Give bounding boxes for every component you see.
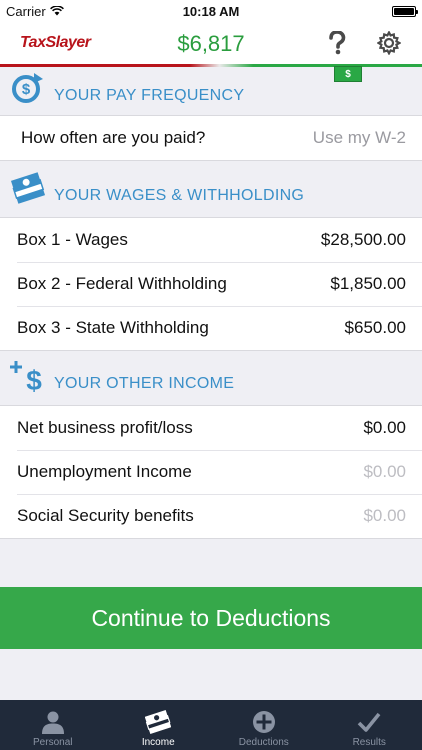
tab-label: Deductions: [238, 737, 289, 748]
row-value: $0.00: [363, 418, 406, 437]
other-income-group: Net business profit/loss $0.00 Unemploym…: [0, 405, 422, 539]
row-value: $1,850.00: [330, 274, 406, 293]
wages-group: Box 1 - Wages $28,500.00 Box 2 - Federal…: [0, 217, 422, 351]
tab-label: Personal: [33, 737, 73, 748]
section-wages: YOUR WAGES & WITHHOLDING: [0, 161, 422, 217]
other-income-row-social-security[interactable]: Social Security benefits $0.00: [0, 494, 422, 538]
taxslayer-logo: TaxSlayer: [20, 34, 91, 51]
row-label: Net business profit/loss: [17, 418, 193, 437]
wages-row-box1[interactable]: Box 1 - Wages $28,500.00: [0, 218, 422, 262]
row-label: Box 3 - State Withholding: [17, 318, 209, 337]
wages-row-box3[interactable]: Box 3 - State Withholding $650.00: [0, 306, 422, 350]
help-button[interactable]: [324, 30, 350, 56]
row-value: $0.00: [363, 506, 406, 525]
pay-frequency-group: How often are you paid? Use my W-2: [0, 115, 422, 161]
row-label: Social Security benefits: [17, 506, 194, 525]
svg-text:$: $: [26, 365, 42, 393]
tab-bar: Personal Income Deductions Results: [0, 700, 422, 750]
dollar-refresh-icon: $: [10, 71, 46, 105]
gear-icon: [377, 31, 401, 55]
status-left: Carrier: [6, 4, 64, 19]
tab-income[interactable]: Income: [106, 700, 212, 750]
row-value: $28,500.00: [320, 230, 406, 249]
row-label: Unemployment Income: [17, 462, 192, 481]
wages-row-box2[interactable]: Box 2 - Federal Withholding $1,850.00: [0, 262, 422, 306]
row-value: $650.00: [344, 318, 406, 337]
section-title: YOUR PAY FREQUENCY: [54, 87, 245, 104]
row-label: Box 1 - Wages: [17, 230, 128, 249]
carrier-label: Carrier: [6, 3, 46, 19]
tab-deductions[interactable]: Deductions: [211, 700, 317, 750]
section-title: YOUR OTHER INCOME: [54, 375, 235, 392]
money-stack-icon: [145, 707, 172, 737]
section-title: YOUR WAGES & WITHHOLDING: [54, 187, 305, 204]
money-badge-icon: $: [334, 66, 362, 82]
section-other-income: $ YOUR OTHER INCOME: [0, 351, 422, 405]
other-income-row-business[interactable]: Net business profit/loss $0.00: [0, 406, 422, 450]
money-stack-icon: [10, 171, 46, 205]
plus-dollar-icon: $: [10, 359, 46, 393]
other-income-row-unemployment[interactable]: Unemployment Income $0.00: [0, 450, 422, 494]
svg-text:$: $: [22, 81, 31, 98]
app-header: TaxSlayer $6,817: [0, 22, 422, 64]
row-label: How often are you paid?: [21, 128, 206, 147]
question-mark-icon: [329, 31, 346, 55]
tab-results[interactable]: Results: [317, 700, 422, 750]
tab-personal[interactable]: Personal: [0, 700, 106, 750]
wifi-icon: [49, 6, 64, 16]
settings-button[interactable]: [376, 30, 402, 56]
row-value: Use my W-2: [312, 128, 406, 147]
person-icon: [41, 707, 65, 737]
battery-icon: [392, 5, 418, 17]
row-value: $0.00: [363, 462, 406, 481]
status-bar: Carrier 10:18 AM: [0, 0, 422, 22]
header-actions: [324, 30, 402, 56]
tab-label: Results: [352, 737, 386, 748]
row-label: Box 2 - Federal Withholding: [17, 274, 227, 293]
checkmark-icon: [357, 707, 381, 737]
continue-to-deductions-button[interactable]: Continue to Deductions: [0, 587, 422, 649]
tab-label: Income: [141, 737, 175, 748]
pay-frequency-row[interactable]: How often are you paid? Use my W-2: [0, 116, 422, 160]
cross-circle-icon: [252, 707, 276, 737]
